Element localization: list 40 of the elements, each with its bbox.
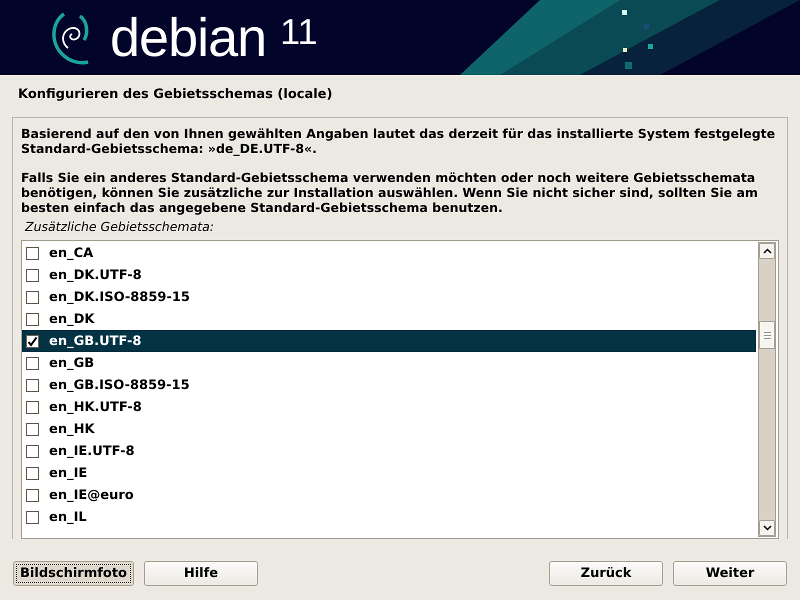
brand-name: debian (110, 10, 266, 64)
checkbox[interactable] (26, 268, 39, 282)
locale-item[interactable]: en_DK (22, 308, 756, 330)
screenshot-button[interactable]: Bildschirmfoto (13, 561, 134, 586)
locale-item[interactable]: en_DK.ISO-8859-15 (22, 286, 756, 308)
list-label: Zusätzliche Gebietsschemata: (25, 219, 216, 234)
checkbox[interactable] (26, 356, 39, 370)
checkbox[interactable] (26, 334, 39, 348)
checkbox[interactable] (26, 290, 39, 304)
locale-item[interactable]: en_HK.UTF-8 (22, 396, 756, 418)
locale-item[interactable]: en_DK.UTF-8 (22, 264, 756, 286)
locale-item[interactable]: en_IE (22, 462, 756, 484)
checkbox[interactable] (26, 510, 39, 524)
page-title: Konfigurieren des Gebietsschemas (locale) (17, 86, 334, 104)
checkbox[interactable] (26, 466, 39, 480)
description-text: Basierend auf den von Ihnen gewählten Angaben lautet das derzeit für das installierte System festgelegte Standard-Gebietsschema: »de_DE.UTF-8«. (21, 126, 776, 156)
description-text: Falls Sie ein anderes Standard-Gebietsschema verwenden möchten oder noch weitere Gebietsschemata benötigen, können Sie zusätzliche zur Installation auswählen. Wenn Sie nicht sicher sind, sollten Sie am besten einfach das angegebene Standard-Gebietsschema benutzen. (21, 170, 759, 215)
scroll-down-icon[interactable] (759, 520, 775, 536)
locale-item[interactable]: en_GB.UTF-8 (22, 330, 756, 352)
checkbox[interactable] (26, 378, 39, 392)
checkbox[interactable] (26, 246, 39, 260)
checkbox[interactable] (26, 400, 39, 414)
locale-item[interactable]: en_IE@euro (22, 484, 756, 506)
locale-item[interactable]: en_HK (22, 418, 756, 440)
scroll-thumb[interactable] (759, 321, 775, 349)
continue-button[interactable]: Weiter (673, 561, 787, 586)
locale-item[interactable]: en_IL (22, 506, 756, 528)
back-button[interactable]: Zurück (549, 561, 663, 586)
locale-item[interactable]: en_CA (22, 242, 756, 264)
locale-item[interactable]: en_IE.UTF-8 (22, 440, 756, 462)
scrollbar[interactable] (758, 242, 776, 537)
checkbox[interactable] (26, 488, 39, 502)
checkbox[interactable] (26, 422, 39, 436)
checkbox[interactable] (26, 312, 39, 326)
locale-item[interactable]: en_GB.ISO-8859-15 (22, 374, 756, 396)
locale-item[interactable]: en_GB (22, 352, 756, 374)
checkbox[interactable] (26, 444, 39, 458)
help-button[interactable]: Hilfe (144, 561, 258, 586)
version-number: 11 (280, 14, 318, 50)
scroll-up-icon[interactable] (759, 243, 775, 259)
